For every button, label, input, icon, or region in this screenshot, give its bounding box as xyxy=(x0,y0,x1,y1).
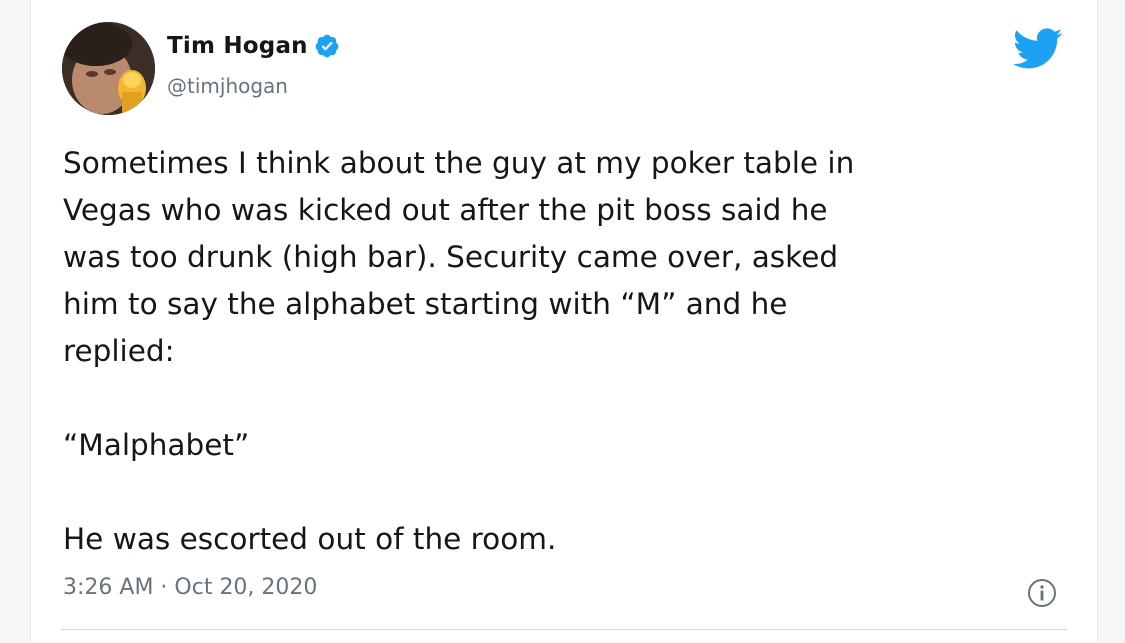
author-name-row: Tim Hogan xyxy=(167,33,340,59)
tweet-quote: “Malphabet” xyxy=(63,428,250,462)
tweet-line: Sometimes I think about the guy at my po… xyxy=(63,146,855,180)
tweet-line: was too drunk (high bar). Security came … xyxy=(63,240,839,274)
tweet-line: Vegas who was kicked out after the pit b… xyxy=(63,193,828,227)
profile-photo xyxy=(62,22,155,115)
tweet-screenshot: Tim Hogan @timjhogan Sometimes I think a… xyxy=(0,0,1125,643)
info-icon[interactable] xyxy=(1026,577,1058,609)
divider xyxy=(61,629,1067,630)
author-display-name[interactable]: Tim Hogan xyxy=(167,33,308,59)
tweet-line: replied: xyxy=(63,334,175,368)
tweet-line: him to say the alphabet starting with “M… xyxy=(63,287,788,321)
tweet-timestamp[interactable]: 3:26 AM · Oct 20, 2020 xyxy=(63,575,317,600)
tweet-card: Tim Hogan @timjhogan Sometimes I think a… xyxy=(30,0,1098,643)
twitter-bird-icon[interactable] xyxy=(1012,28,1063,70)
verified-badge-icon xyxy=(314,33,340,59)
avatar[interactable] xyxy=(62,22,155,115)
tweet-body: Sometimes I think about the guy at my po… xyxy=(63,140,1073,563)
tweet-closing-line: He was escorted out of the room. xyxy=(63,522,557,556)
author-handle[interactable]: @timjhogan xyxy=(167,74,288,98)
